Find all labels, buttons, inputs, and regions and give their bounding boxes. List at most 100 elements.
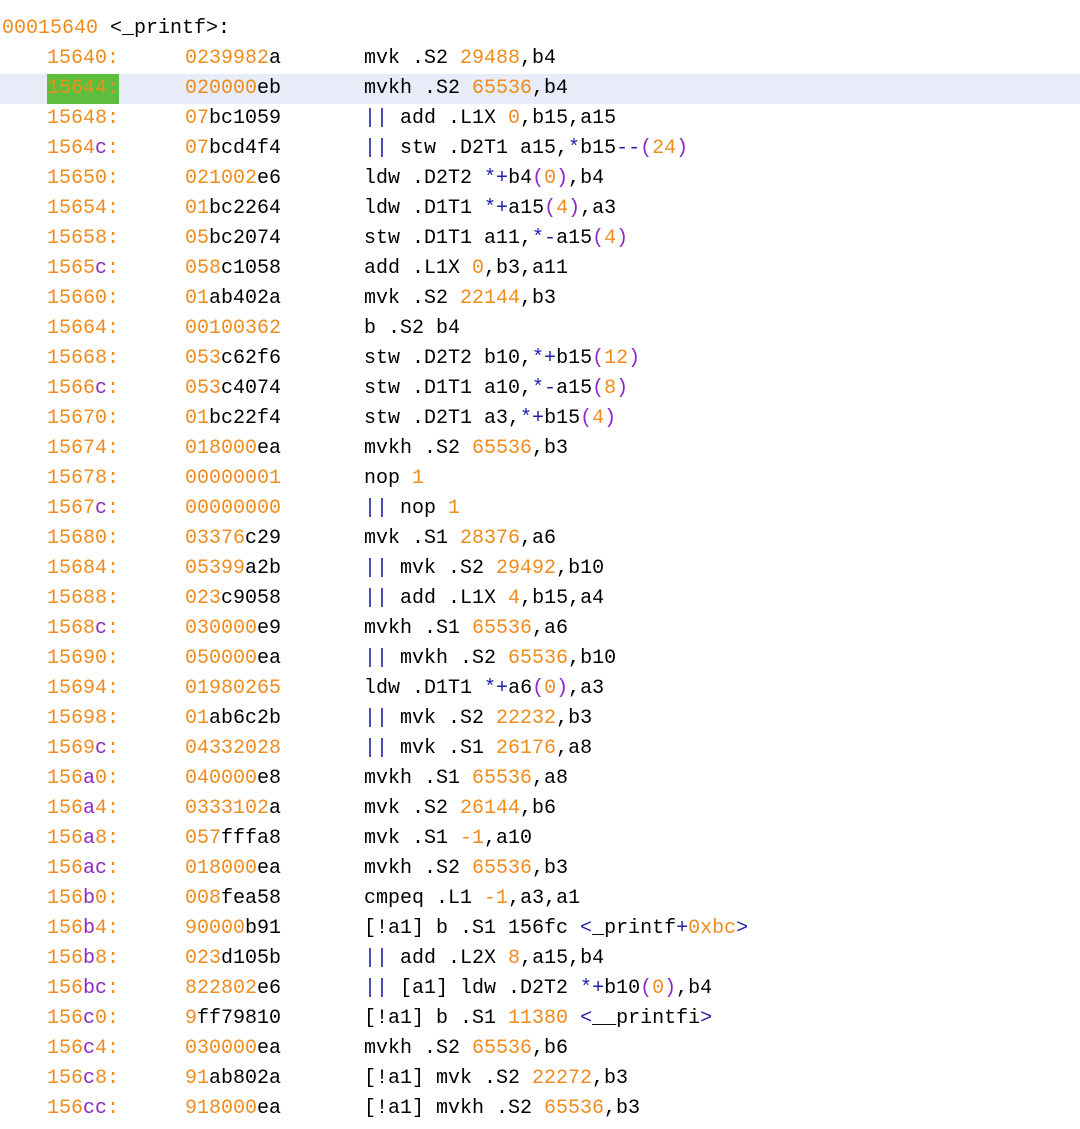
- disasm-row[interactable]: 156a0: 040000e8 mvkh .S1 65536,a8: [0, 764, 1080, 794]
- row-opcode-hex: 9ff79810: [185, 1007, 282, 1030]
- row-address[interactable]: 156b0:: [47, 884, 119, 914]
- disasm-row[interactable]: 156c8: 91ab802a [!a1] mvk .S2 22272,b3: [0, 1064, 1080, 1094]
- disasm-row[interactable]: 1568c: 030000e9 mvkh .S1 65536,a6: [0, 614, 1080, 644]
- disasm-row[interactable]: 15670: 01bc22f4 stw .D2T1 a3,*+b15(4): [0, 404, 1080, 434]
- row-opcode-hex: 00000001: [185, 467, 282, 490]
- row-opcode-hex: 07bc1059: [185, 107, 282, 130]
- row-address[interactable]: 156c0:: [47, 1004, 119, 1034]
- function-symbol: <_printf>:: [110, 17, 231, 40]
- disasm-row[interactable]: 15658: 05bc2074 stw .D1T1 a11,*-a15(4): [0, 224, 1080, 254]
- row-address[interactable]: 15664:: [47, 314, 119, 344]
- row-instruction: stw .D2T2 b10,*+b15(12): [364, 347, 641, 370]
- row-address[interactable]: 1569c:: [47, 734, 119, 764]
- disasm-row[interactable]: 1565c: 058c1058 add .L1X 0,b3,a11: [0, 254, 1080, 284]
- row-address[interactable]: 15694:: [47, 674, 119, 704]
- disasm-row[interactable]: 15664: 00100362 b .S2 b4: [0, 314, 1080, 344]
- disasm-row[interactable]: 156a8: 057fffa8 mvk .S1 -1,a10: [0, 824, 1080, 854]
- disasm-row[interactable]: 15688: 023c9058 || add .L1X 4,b15,a4: [0, 584, 1080, 614]
- disasm-row[interactable]: 1566c: 053c4074 stw .D1T1 a10,*-a15(8): [0, 374, 1080, 404]
- row-address[interactable]: 15698:: [47, 704, 119, 734]
- row-address[interactable]: 156a8:: [47, 824, 119, 854]
- disasm-row[interactable]: 15680: 03376c29 mvk .S1 28376,a6: [0, 524, 1080, 554]
- row-opcode-hex: 023c9058: [185, 587, 282, 610]
- disasm-row[interactable]: 156bc: 822802e6 || [a1] ldw .D2T2 *+b10(0)…: [0, 974, 1080, 1004]
- row-address[interactable]: 15654:: [47, 194, 119, 224]
- row-instruction: || mvk .S2 22232,b3: [364, 707, 593, 730]
- disasm-row[interactable]: 15650: 021002e6 ldw .D2T2 *+b4(0),b4: [0, 164, 1080, 194]
- row-address[interactable]: 15674:: [47, 434, 119, 464]
- disasm-row[interactable]: 15694: 01980265 ldw .D1T1 *+a6(0),a3: [0, 674, 1080, 704]
- row-opcode-hex: 05bc2074: [185, 227, 282, 250]
- row-address[interactable]: 15660:: [47, 284, 119, 314]
- row-address[interactable]: 156bc:: [47, 974, 119, 1004]
- disasm-row[interactable]: 15654: 01bc2264 ldw .D1T1 *+a15(4),a3: [0, 194, 1080, 224]
- row-instruction: || stw .D2T1 a15,*b15--(24): [364, 137, 689, 160]
- row-address[interactable]: 15690:: [47, 644, 119, 674]
- disasm-row[interactable]: 15698: 01ab6c2b || mvk .S2 22232,b3: [0, 704, 1080, 734]
- disasm-row[interactable]: 156b8: 023d105b || add .L2X 8,a15,b4: [0, 944, 1080, 974]
- row-address[interactable]: 15644:: [47, 74, 120, 104]
- row-address[interactable]: 1567c:: [47, 494, 119, 524]
- row-address[interactable]: 156b8:: [47, 944, 119, 974]
- row-opcode-hex: 050000ea: [185, 647, 282, 670]
- row-opcode-hex: 0333102a: [185, 797, 282, 820]
- disasm-row[interactable]: 156cc: 918000ea [!a1] mvkh .S2 65536,b3: [0, 1094, 1080, 1124]
- row-address[interactable]: 156c8:: [47, 1064, 119, 1094]
- row-opcode-hex: 021002e6: [185, 167, 282, 190]
- function-address: 00015640: [2, 17, 99, 40]
- row-address[interactable]: 15680:: [47, 524, 119, 554]
- row-address[interactable]: 15678:: [47, 464, 119, 494]
- row-address[interactable]: 15658:: [47, 224, 119, 254]
- disasm-row[interactable]: 15690: 050000ea || mvkh .S2 65536,b10: [0, 644, 1080, 674]
- row-instruction: mvk .S2 29488,b4: [364, 47, 557, 70]
- row-address[interactable]: 15668:: [47, 344, 119, 374]
- disasm-row[interactable]: 15668: 053c62f6 stw .D2T2 b10,*+b15(12): [0, 344, 1080, 374]
- disasm-row[interactable]: 15640: 0239982a mvk .S2 29488,b4: [0, 44, 1080, 74]
- disasm-row[interactable]: 1564c: 07bcd4f4 || stw .D2T1 a15,*b15--(24…: [0, 134, 1080, 164]
- disasm-row[interactable]: 15674: 018000ea mvkh .S2 65536,b3: [0, 434, 1080, 464]
- disasm-row[interactable]: 15648: 07bc1059 || add .L1X 0,b15,a15: [0, 104, 1080, 134]
- row-instruction: stw .D2T1 a3,*+b15(4): [364, 407, 617, 430]
- disasm-row[interactable]: 156a4: 0333102a mvk .S2 26144,b6: [0, 794, 1080, 824]
- disasm-row[interactable]: 156c0: 9ff79810 [!a1] b .S1 11380 <__print…: [0, 1004, 1080, 1034]
- row-opcode-hex: 04332028: [185, 737, 282, 760]
- row-instruction: mvkh .S2 65536,b3: [364, 437, 569, 460]
- row-instruction: mvk .S1 -1,a10: [364, 827, 533, 850]
- disasm-row[interactable]: 1569c: 04332028 || mvk .S1 26176,a8: [0, 734, 1080, 764]
- row-opcode-hex: 00000000: [185, 497, 282, 520]
- disasm-row[interactable]: 15644: 020000eb mvkh .S2 65536,b4: [0, 74, 1080, 104]
- row-address[interactable]: 15648:: [47, 104, 119, 134]
- disasm-row[interactable]: 1567c: 00000000 || nop 1: [0, 494, 1080, 524]
- row-address[interactable]: 1568c:: [47, 614, 119, 644]
- row-opcode-hex: 91ab802a: [185, 1067, 282, 1090]
- row-instruction: mvkh .S2 65536,b3: [364, 857, 569, 880]
- row-address[interactable]: 156ac:: [47, 854, 119, 884]
- row-address[interactable]: 156cc:: [47, 1094, 119, 1124]
- disasm-row[interactable]: 156c4: 030000ea mvkh .S2 65536,b6: [0, 1034, 1080, 1064]
- disasm-row[interactable]: 15660: 01ab402a mvk .S2 22144,b3: [0, 284, 1080, 314]
- row-address[interactable]: 15688:: [47, 584, 119, 614]
- row-instruction: || add .L1X 0,b15,a15: [364, 107, 617, 130]
- row-address[interactable]: 156a0:: [47, 764, 119, 794]
- row-address[interactable]: 15670:: [47, 404, 119, 434]
- row-address[interactable]: 156c4:: [47, 1034, 119, 1064]
- disasm-row[interactable]: 156b4: 90000b91 [!a1] b .S1 156fc <_printf…: [0, 914, 1080, 944]
- row-address[interactable]: 15650:: [47, 164, 119, 194]
- row-address[interactable]: 1565c:: [47, 254, 119, 284]
- row-opcode-hex: 01bc22f4: [185, 407, 282, 430]
- row-opcode-hex: 05399a2b: [185, 557, 282, 580]
- row-address[interactable]: 156a4:: [47, 794, 119, 824]
- row-opcode-hex: 023d105b: [185, 947, 282, 970]
- row-opcode-hex: 01980265: [185, 677, 282, 700]
- disasm-row[interactable]: 15678: 00000001 nop 1: [0, 464, 1080, 494]
- row-address[interactable]: 15640:: [47, 44, 119, 74]
- row-address[interactable]: 1566c:: [47, 374, 119, 404]
- row-address[interactable]: 1564c:: [47, 134, 119, 164]
- row-address[interactable]: 15684:: [47, 554, 119, 584]
- row-instruction: mvk .S2 26144,b6: [364, 797, 557, 820]
- disasm-row[interactable]: 15684: 05399a2b || mvk .S2 29492,b10: [0, 554, 1080, 584]
- row-address[interactable]: 156b4:: [47, 914, 119, 944]
- disasm-row[interactable]: 156b0: 008fea58 cmpeq .L1 -1,a3,a1: [0, 884, 1080, 914]
- row-instruction: || mvkh .S2 65536,b10: [364, 647, 617, 670]
- disasm-row[interactable]: 156ac: 018000ea mvkh .S2 65536,b3: [0, 854, 1080, 884]
